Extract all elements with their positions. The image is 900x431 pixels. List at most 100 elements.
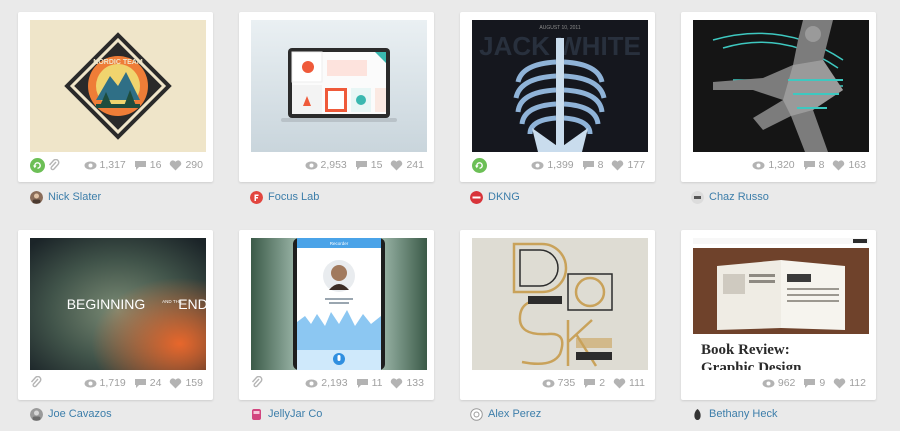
heart-icon <box>613 377 626 388</box>
shot-card: AUGUST 10, 2011 JACK WHITE 1,399 8 177 <box>460 12 655 182</box>
author-link[interactable]: Alex Perez <box>470 406 541 422</box>
shot-stats: 735 2 111 <box>472 376 645 394</box>
eye-icon <box>84 379 96 387</box>
comment-icon <box>584 378 596 388</box>
comments-stat[interactable]: 16 <box>134 159 161 171</box>
comments-count: 15 <box>370 159 383 171</box>
heart-icon <box>833 159 845 170</box>
avatar <box>30 190 43 204</box>
shot-thumbnail[interactable]: BEGINNING AND THE END <box>30 238 206 370</box>
author-link[interactable]: Joe Cavazos <box>30 406 112 422</box>
author-link[interactable]: Focus Lab <box>250 189 319 205</box>
likes-count: 163 <box>848 159 866 171</box>
likes-stat[interactable]: 112 <box>833 377 866 389</box>
shot-card: Book Review: Graphic Design 962 9 112 <box>681 230 876 400</box>
views-count: 1,317 <box>99 159 126 171</box>
shot-thumbnail[interactable] <box>251 20 427 152</box>
comments-stat[interactable]: 11 <box>356 377 382 389</box>
views-stat: 962 <box>762 377 795 389</box>
likes-count: 112 <box>849 377 866 389</box>
shot-stats: 1,320 8 163 <box>693 158 866 176</box>
views-count: 2,953 <box>320 159 347 171</box>
eye-icon <box>305 379 318 387</box>
eye-icon <box>542 379 555 387</box>
avatar <box>470 190 483 204</box>
likes-count: 177 <box>627 159 645 171</box>
author-link[interactable]: DKNG <box>470 189 520 205</box>
likes-stat[interactable]: 290 <box>169 159 203 171</box>
thumb-text: Graphic Design <box>701 360 802 370</box>
comments-count: 2 <box>599 377 606 389</box>
comments-count: 8 <box>597 159 604 171</box>
thumb-text: Book Review: <box>701 342 790 358</box>
author-name[interactable]: Bethany Heck <box>709 408 777 420</box>
avatar <box>30 407 43 421</box>
views-count: 735 <box>557 377 576 389</box>
shot-card: BEGINNING AND THE END 1,719 24 159 <box>18 230 213 400</box>
eye-icon <box>305 161 317 169</box>
comments-stat[interactable]: 24 <box>134 377 162 389</box>
author-link[interactable]: Nick Slater <box>30 189 101 205</box>
likes-stat[interactable]: 111 <box>613 377 645 389</box>
author-link[interactable]: Chaz Russo <box>691 189 769 205</box>
likes-stat[interactable]: 241 <box>390 159 424 171</box>
shot-thumbnail[interactable]: NORDIC TEAM <box>30 20 206 152</box>
views-stat: 2,193 <box>305 377 348 389</box>
rebound-icon[interactable] <box>472 158 487 173</box>
avatar <box>470 407 483 421</box>
thumb-text: BEGINNING <box>67 296 146 312</box>
eye-icon <box>531 161 544 169</box>
shot-thumbnail[interactable]: AUGUST 10, 2011 JACK WHITE <box>472 20 648 152</box>
comments-count: 24 <box>149 377 162 389</box>
comments-stat[interactable]: 8 <box>803 159 825 171</box>
likes-stat[interactable]: 163 <box>832 159 866 171</box>
comment-icon <box>134 160 146 170</box>
author-name[interactable]: Chaz Russo <box>709 191 769 203</box>
comment-icon <box>804 378 816 388</box>
author-name[interactable]: Alex Perez <box>488 408 541 420</box>
views-stat: 735 <box>542 377 576 389</box>
shot-stats: 1,719 24 159 <box>30 376 203 394</box>
comments-stat[interactable]: 8 <box>582 159 604 171</box>
heart-icon <box>612 159 624 170</box>
author-link[interactable]: Bethany Heck <box>691 406 777 422</box>
thumb-text: NORDIC TEAM <box>93 59 143 66</box>
comment-icon <box>355 160 367 170</box>
views-count: 1,320 <box>768 159 795 171</box>
author-name[interactable]: JellyJar Co <box>268 408 322 420</box>
author-name[interactable]: Nick Slater <box>48 191 101 203</box>
comments-count: 8 <box>818 159 825 171</box>
shot-card: 2,953 15 241 <box>239 12 434 182</box>
views-count: 2,193 <box>321 377 348 389</box>
views-stat: 2,953 <box>305 159 347 171</box>
rebound-icon[interactable] <box>30 158 45 173</box>
shot-thumbnail[interactable]: Book Review: Graphic Design <box>693 238 869 370</box>
author-name[interactable]: Focus Lab <box>268 191 319 203</box>
shot-thumbnail[interactable] <box>472 238 648 370</box>
shot-thumbnail[interactable] <box>693 20 869 152</box>
comment-icon <box>134 378 146 388</box>
heart-icon <box>834 377 846 388</box>
author-link[interactable]: JellyJar Co <box>250 406 322 422</box>
likes-stat[interactable]: 133 <box>390 377 424 389</box>
comments-stat[interactable]: 15 <box>355 159 383 171</box>
avatar <box>691 408 704 421</box>
views-stat: 1,317 <box>84 159 126 171</box>
views-count: 1,719 <box>99 377 126 389</box>
avatar <box>691 190 704 204</box>
likes-count: 290 <box>185 159 203 171</box>
comments-stat[interactable]: 2 <box>583 377 605 389</box>
heart-icon <box>391 377 403 388</box>
likes-stat[interactable]: 177 <box>611 159 645 171</box>
likes-stat[interactable]: 159 <box>169 377 203 389</box>
paperclip-icon[interactable] <box>48 158 60 173</box>
comments-stat[interactable]: 9 <box>803 377 825 389</box>
shot-thumbnail[interactable]: Recorder <box>251 238 427 370</box>
author-name[interactable]: DKNG <box>488 191 520 203</box>
paperclip-icon[interactable] <box>251 376 263 390</box>
author-name[interactable]: Joe Cavazos <box>48 408 112 420</box>
thumb-text: Recorder <box>330 241 349 246</box>
comment-icon <box>803 160 815 170</box>
eye-icon <box>84 161 96 169</box>
paperclip-icon[interactable] <box>30 376 42 390</box>
